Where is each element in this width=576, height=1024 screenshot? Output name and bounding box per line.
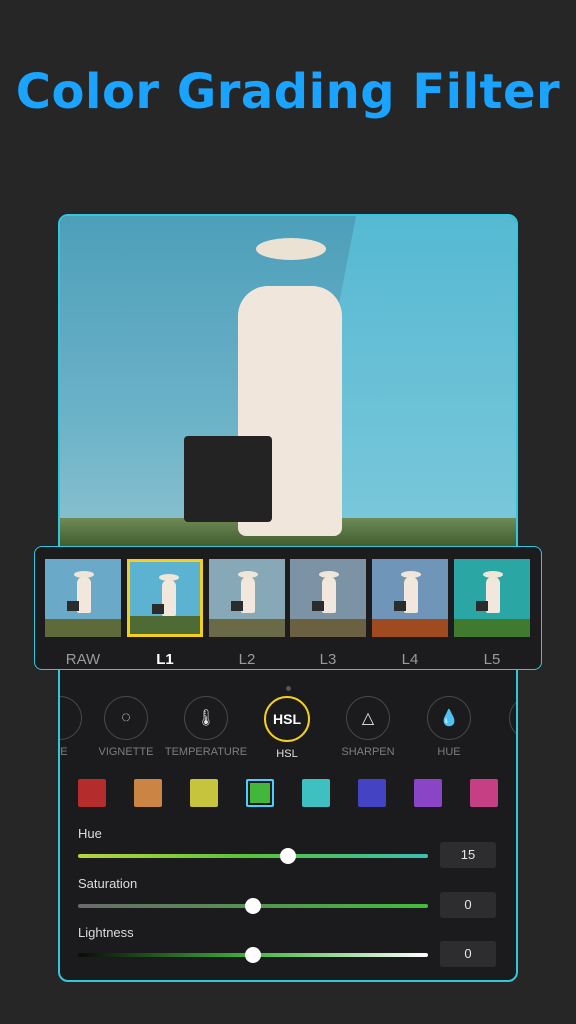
slider-value-lightness[interactable]: 0 xyxy=(440,941,496,967)
color-swatch[interactable] xyxy=(246,779,274,807)
slider-track-hue[interactable] xyxy=(78,848,428,864)
color-swatch[interactable] xyxy=(358,779,386,807)
filter-label-l5: L5 xyxy=(483,651,501,668)
filter-label-l2: L2 xyxy=(238,651,256,668)
color-swatch[interactable] xyxy=(470,779,498,807)
thumb-figure xyxy=(404,577,418,613)
drop-icon: 💧 xyxy=(427,696,471,740)
thumb-ground xyxy=(290,619,366,637)
slider-thumb[interactable] xyxy=(280,848,296,864)
headline-title: Color Grading Filter xyxy=(15,64,561,120)
tool-label: EX xyxy=(486,746,516,758)
preview-photo[interactable] xyxy=(60,216,516,548)
slider-label-lightness: Lightness xyxy=(78,925,134,940)
tool-hue[interactable]: 💧 HUE xyxy=(404,696,494,758)
slider-label-saturation: Saturation xyxy=(78,876,138,891)
photo-hat xyxy=(256,238,326,260)
thumb-figure xyxy=(241,577,255,613)
page-indicator-dot xyxy=(286,686,291,691)
filter-thumb-l2[interactable] xyxy=(209,559,285,637)
thumb-suitcase xyxy=(67,601,79,611)
thumb-figure xyxy=(162,580,176,616)
slider-value-hue[interactable]: 15 xyxy=(440,842,496,868)
photo-suitcase xyxy=(184,436,272,522)
vignette-icon: ◌ xyxy=(104,696,148,740)
thumb-suitcase xyxy=(394,601,406,611)
triangle-icon: △ xyxy=(346,696,390,740)
slider-thumb[interactable] xyxy=(245,947,261,963)
thumb-figure xyxy=(486,577,500,613)
tool-ex[interactable]: EX xyxy=(486,696,516,758)
thumb-figure xyxy=(322,577,336,613)
filter-thumb-raw[interactable] xyxy=(45,559,121,637)
slider-label-hue: Hue xyxy=(78,826,102,841)
tool-label: HUE xyxy=(437,746,461,758)
thumb-suitcase xyxy=(312,601,324,611)
thumb-ground xyxy=(209,619,285,637)
filter-thumb-l3[interactable] xyxy=(290,559,366,637)
tool-label: SHARPEN xyxy=(341,746,395,758)
filter-thumb-l1[interactable] xyxy=(127,559,203,637)
partial-icon xyxy=(60,696,82,740)
tool-label: VIGNETTE xyxy=(98,746,154,758)
tool-label: HSL xyxy=(276,748,298,760)
thumb-ground xyxy=(372,619,448,637)
filter-label-raw: RAW xyxy=(65,651,101,668)
tool-hsl[interactable]: HSL HSL xyxy=(242,696,332,760)
partial-icon xyxy=(509,696,516,740)
slider-thumb[interactable] xyxy=(245,898,261,914)
filter-label-l4: L4 xyxy=(401,651,419,668)
tool-vignette[interactable]: ◌ VIGNETTE xyxy=(81,696,171,758)
thumb-suitcase xyxy=(152,604,164,614)
tool-sharpen[interactable]: △ SHARPEN xyxy=(323,696,413,758)
thumb-figure xyxy=(77,577,91,613)
tool-label: TEMPERATURE xyxy=(164,746,248,758)
color-swatch[interactable] xyxy=(190,779,218,807)
thumb-suitcase xyxy=(476,601,488,611)
thumb-ground xyxy=(130,616,200,634)
color-swatch[interactable] xyxy=(78,779,106,807)
thermometer-icon: 🌡 xyxy=(184,696,228,740)
tool-temperature[interactable]: 🌡 TEMPERATURE xyxy=(161,696,251,758)
color-swatch[interactable] xyxy=(302,779,330,807)
slider-track-lightness[interactable] xyxy=(78,947,428,963)
filter-label-l1: L1 xyxy=(156,651,174,668)
thumb-ground xyxy=(454,619,530,637)
filter-label-l3: L3 xyxy=(319,651,337,668)
filter-strip: RAW L1 L2 L3 L4 L5 xyxy=(34,546,542,670)
hsl-icon: HSL xyxy=(264,696,310,742)
thumb-ground xyxy=(45,619,121,637)
filter-thumb-l5[interactable] xyxy=(454,559,530,637)
slider-track-saturation[interactable] xyxy=(78,898,428,914)
slider-value-saturation[interactable]: 0 xyxy=(440,892,496,918)
filter-thumb-l4[interactable] xyxy=(372,559,448,637)
color-swatch[interactable] xyxy=(134,779,162,807)
thumb-suitcase xyxy=(231,601,243,611)
color-swatch[interactable] xyxy=(414,779,442,807)
